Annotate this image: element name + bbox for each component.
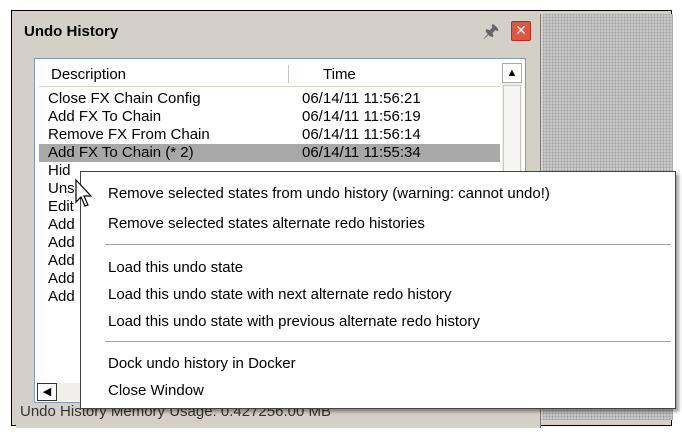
column-header-time[interactable]: Time — [323, 66, 356, 83]
menu-item-load-previous-redo[interactable]: Load this undo state with previous alter… — [108, 313, 480, 330]
row-time: 06/14/11 11:56:21 — [302, 90, 421, 107]
row-description: Add — [48, 216, 75, 233]
window-title: Undo History — [24, 23, 119, 40]
menu-item-remove-states[interactable]: Remove selected states from undo history… — [108, 185, 550, 202]
row-description: Add — [48, 270, 75, 287]
scroll-up-arrow-icon[interactable]: ▲ — [502, 63, 522, 83]
list-row[interactable]: Remove FX From Chain 06/14/11 11:56:14 — [39, 126, 500, 144]
row-description: Add — [48, 252, 75, 269]
row-description: Add — [48, 234, 75, 251]
close-icon[interactable]: ✕ — [511, 21, 531, 41]
title-bar[interactable]: Undo History 🖈︎ ✕ — [16, 14, 541, 48]
mouse-cursor-icon — [75, 178, 93, 207]
menu-item-load-state[interactable]: Load this undo state — [108, 259, 243, 276]
list-row[interactable]: Close FX Chain Config 06/14/11 11:56:21 — [39, 90, 500, 108]
list-row[interactable]: Add FX To Chain 06/14/11 11:56:19 — [39, 108, 500, 126]
row-time: 06/14/11 11:56:14 — [302, 126, 421, 143]
menu-item-close-window[interactable]: Close Window — [108, 382, 204, 399]
column-divider[interactable] — [288, 65, 289, 83]
row-description: Uns — [48, 180, 75, 197]
row-description: Hid — [48, 162, 71, 179]
row-time: 06/14/11 11:55:34 — [302, 144, 421, 161]
row-description: Edit — [48, 198, 74, 215]
scroll-left-arrow-icon[interactable]: ◀ — [37, 383, 57, 401]
menu-item-load-next-redo[interactable]: Load this undo state with next alternate… — [108, 286, 452, 303]
pin-icon[interactable]: 🖈︎ — [481, 20, 501, 42]
row-description: Add FX To Chain — [48, 108, 162, 125]
row-description: Add — [48, 288, 75, 305]
context-menu: Remove selected states from undo history… — [80, 171, 676, 409]
menu-item-dock-in-docker[interactable]: Dock undo history in Docker — [108, 355, 296, 372]
list-row-selected[interactable]: Add FX To Chain (* 2) 06/14/11 11:55:34 — [39, 144, 500, 162]
menu-separator — [105, 341, 671, 342]
row-description: Remove FX From Chain — [48, 126, 210, 143]
row-time: 06/14/11 11:56:19 — [302, 108, 421, 125]
menu-separator — [105, 244, 671, 245]
row-description: Add FX To Chain (* 2) — [48, 144, 194, 161]
row-description: Close FX Chain Config — [48, 90, 201, 107]
column-header-description[interactable]: Description — [51, 66, 126, 83]
list-header: Description Time — [39, 62, 500, 87]
menu-item-remove-redo-histories[interactable]: Remove selected states alternate redo hi… — [108, 215, 425, 232]
